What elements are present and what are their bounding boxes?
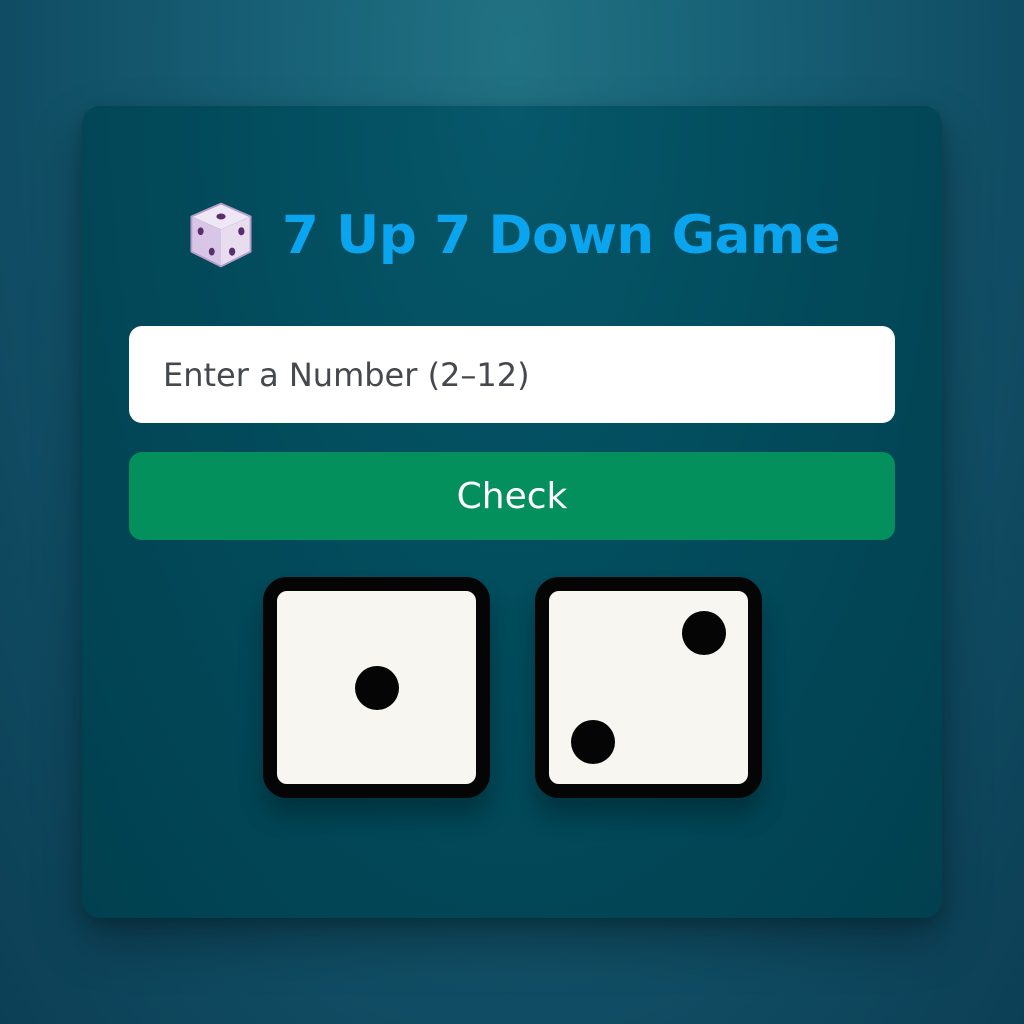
page-title: 7 Up 7 Down Game: [281, 204, 841, 266]
game-header: 7 Up 7 Down Game: [0, 190, 1024, 280]
die-pip: [354, 665, 399, 710]
check-button[interactable]: Check: [129, 452, 895, 540]
dice-icon: [190, 202, 252, 268]
die-pip: [682, 611, 727, 656]
die-left: [263, 577, 490, 798]
die-pip: [570, 719, 615, 764]
number-input[interactable]: [129, 326, 895, 423]
die-right: [535, 577, 762, 798]
